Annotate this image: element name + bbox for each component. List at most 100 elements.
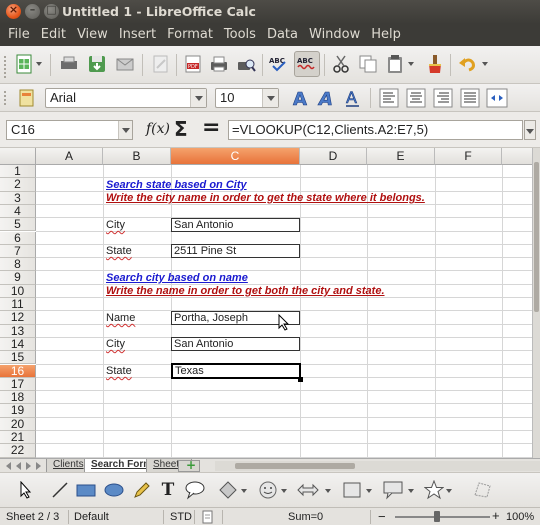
zoom-level[interactable]: 100% — [506, 511, 534, 523]
cell-b10-instruction[interactable]: Write the name in order to get both the … — [104, 285, 385, 298]
spreadsheet-grid[interactable]: A B C D E F Search state based on City W… — [0, 148, 532, 458]
column-header-e[interactable]: E — [367, 148, 435, 165]
cell-c7-value[interactable]: 2511 Pine St — [171, 244, 300, 258]
copy-button[interactable] — [355, 51, 381, 77]
row-header-19[interactable]: 19 — [0, 404, 36, 418]
column-header-f[interactable]: F — [435, 148, 502, 165]
column-header-a[interactable]: A — [36, 148, 103, 165]
cell-c14-value[interactable]: San Antonio — [171, 337, 300, 351]
font-size-combo[interactable]: 10 — [215, 88, 279, 108]
row-header-1[interactable]: 1 — [0, 164, 36, 179]
line-tool-button[interactable] — [48, 478, 72, 502]
column-header-d[interactable]: D — [300, 148, 367, 165]
name-box[interactable]: C16 — [6, 120, 133, 140]
row-header-14[interactable]: 14 — [0, 337, 36, 352]
row-header-6[interactable]: 6 — [0, 231, 36, 245]
name-box-dropdown-icon[interactable] — [118, 121, 132, 139]
formula-expand-button[interactable] — [524, 120, 536, 140]
spellcheck-button[interactable]: ABC — [266, 51, 292, 77]
merge-cells-button[interactable] — [484, 85, 510, 111]
new-dropdown-button[interactable] — [34, 51, 44, 77]
styles-button[interactable] — [14, 85, 40, 111]
menu-tools[interactable]: Tools — [220, 24, 260, 46]
close-window-button[interactable]: × — [6, 3, 21, 19]
menu-format[interactable]: Format — [163, 24, 217, 46]
select-all-corner[interactable] — [0, 148, 36, 165]
menu-help[interactable]: Help — [367, 24, 405, 46]
autospellcheck-toggle[interactable]: ABC — [294, 51, 320, 77]
formula-input[interactable]: =VLOOKUP(C12,Clients.A2:E7,5) — [228, 120, 523, 140]
row-header-4[interactable]: 4 — [0, 204, 36, 219]
text-tool-button[interactable]: T — [156, 478, 180, 502]
row-header-2[interactable]: 2 — [0, 177, 36, 192]
cell-b3-instruction[interactable]: Write the city name in order to get the … — [104, 192, 425, 205]
menu-insert[interactable]: Insert — [115, 24, 160, 46]
cut-button[interactable] — [328, 51, 354, 77]
row-header-17[interactable]: 17 — [0, 377, 36, 392]
stars-button[interactable] — [422, 478, 446, 502]
zoom-out-button[interactable]: − — [378, 509, 386, 524]
italic-button[interactable]: A — [313, 85, 339, 111]
maximize-window-button[interactable]: □ — [44, 3, 59, 19]
cell-b16-label[interactable]: State — [104, 365, 132, 378]
row-header-3[interactable]: 3 — [0, 191, 36, 205]
align-right-button[interactable] — [430, 85, 456, 111]
next-sheet-button[interactable] — [24, 461, 33, 471]
paste-button[interactable] — [382, 51, 408, 77]
align-center-button[interactable] — [403, 85, 429, 111]
ellipse-tool-button[interactable] — [102, 478, 126, 502]
row-header-11[interactable]: 11 — [0, 297, 36, 312]
toolbar-grip[interactable] — [4, 54, 8, 80]
row-header-10[interactable]: 10 — [0, 284, 36, 298]
vertical-scrollbar[interactable] — [532, 148, 540, 458]
edit-mode-button[interactable] — [148, 51, 174, 77]
bold-button[interactable]: A — [287, 85, 313, 111]
fill-handle[interactable] — [298, 377, 303, 382]
row-header-16[interactable]: 16 — [0, 364, 36, 378]
rectangle-tool-button[interactable] — [74, 478, 98, 502]
row-header-8[interactable]: 8 — [0, 257, 36, 272]
print-button[interactable] — [206, 51, 232, 77]
open-button[interactable] — [56, 51, 82, 77]
selection-mode[interactable]: STD — [170, 511, 192, 523]
row-header-7[interactable]: 7 — [0, 244, 36, 259]
callouts-button[interactable] — [381, 478, 405, 502]
cell-b2-heading[interactable]: Search state based on City — [104, 179, 247, 192]
callout-tool-button[interactable] — [183, 478, 207, 502]
select-tool-button[interactable] — [14, 478, 38, 502]
cell-c16-active[interactable]: Texas — [171, 363, 301, 379]
cell-b12-label[interactable]: Name — [104, 312, 135, 325]
row-header-21[interactable]: 21 — [0, 430, 36, 445]
toolbar-grip[interactable] — [4, 89, 8, 107]
page-style[interactable]: Default — [74, 511, 109, 523]
column-header-b[interactable]: B — [103, 148, 171, 165]
add-sheet-button[interactable] — [178, 458, 200, 472]
cell-b7-label[interactable]: State — [104, 245, 132, 258]
row-header-22[interactable]: 22 — [0, 443, 36, 458]
clone-formatting-button[interactable] — [422, 51, 448, 77]
row-header-5[interactable]: 5 — [0, 217, 36, 232]
vertical-scroll-thumb[interactable] — [534, 162, 539, 312]
cell-b9-heading[interactable]: Search city based on name — [104, 272, 248, 285]
basic-shapes-button[interactable] — [216, 478, 240, 502]
symbol-shapes-button[interactable] — [256, 478, 280, 502]
zoom-slider[interactable] — [395, 516, 490, 518]
cell-b14-label[interactable]: City — [104, 338, 125, 351]
column-header-g[interactable] — [502, 148, 532, 165]
function-button[interactable]: = — [202, 115, 220, 140]
undo-dropdown-button[interactable] — [480, 51, 490, 77]
row-header-18[interactable]: 18 — [0, 390, 36, 405]
font-size-dropdown-icon[interactable] — [262, 89, 278, 107]
font-name-combo[interactable]: Arial — [45, 88, 207, 108]
horizontal-scrollbar[interactable] — [215, 461, 540, 471]
menu-data[interactable]: Data — [263, 24, 302, 46]
align-left-button[interactable] — [376, 85, 402, 111]
justify-button[interactable] — [457, 85, 483, 111]
minimize-window-button[interactable]: – — [25, 3, 40, 19]
flowchart-button[interactable] — [340, 478, 364, 502]
export-pdf-button[interactable]: PDF — [180, 51, 206, 77]
sum-button[interactable]: Σ — [174, 117, 188, 141]
email-button[interactable] — [112, 51, 138, 77]
menu-view[interactable]: View — [73, 24, 112, 46]
zoom-slider-knob[interactable] — [434, 511, 440, 522]
